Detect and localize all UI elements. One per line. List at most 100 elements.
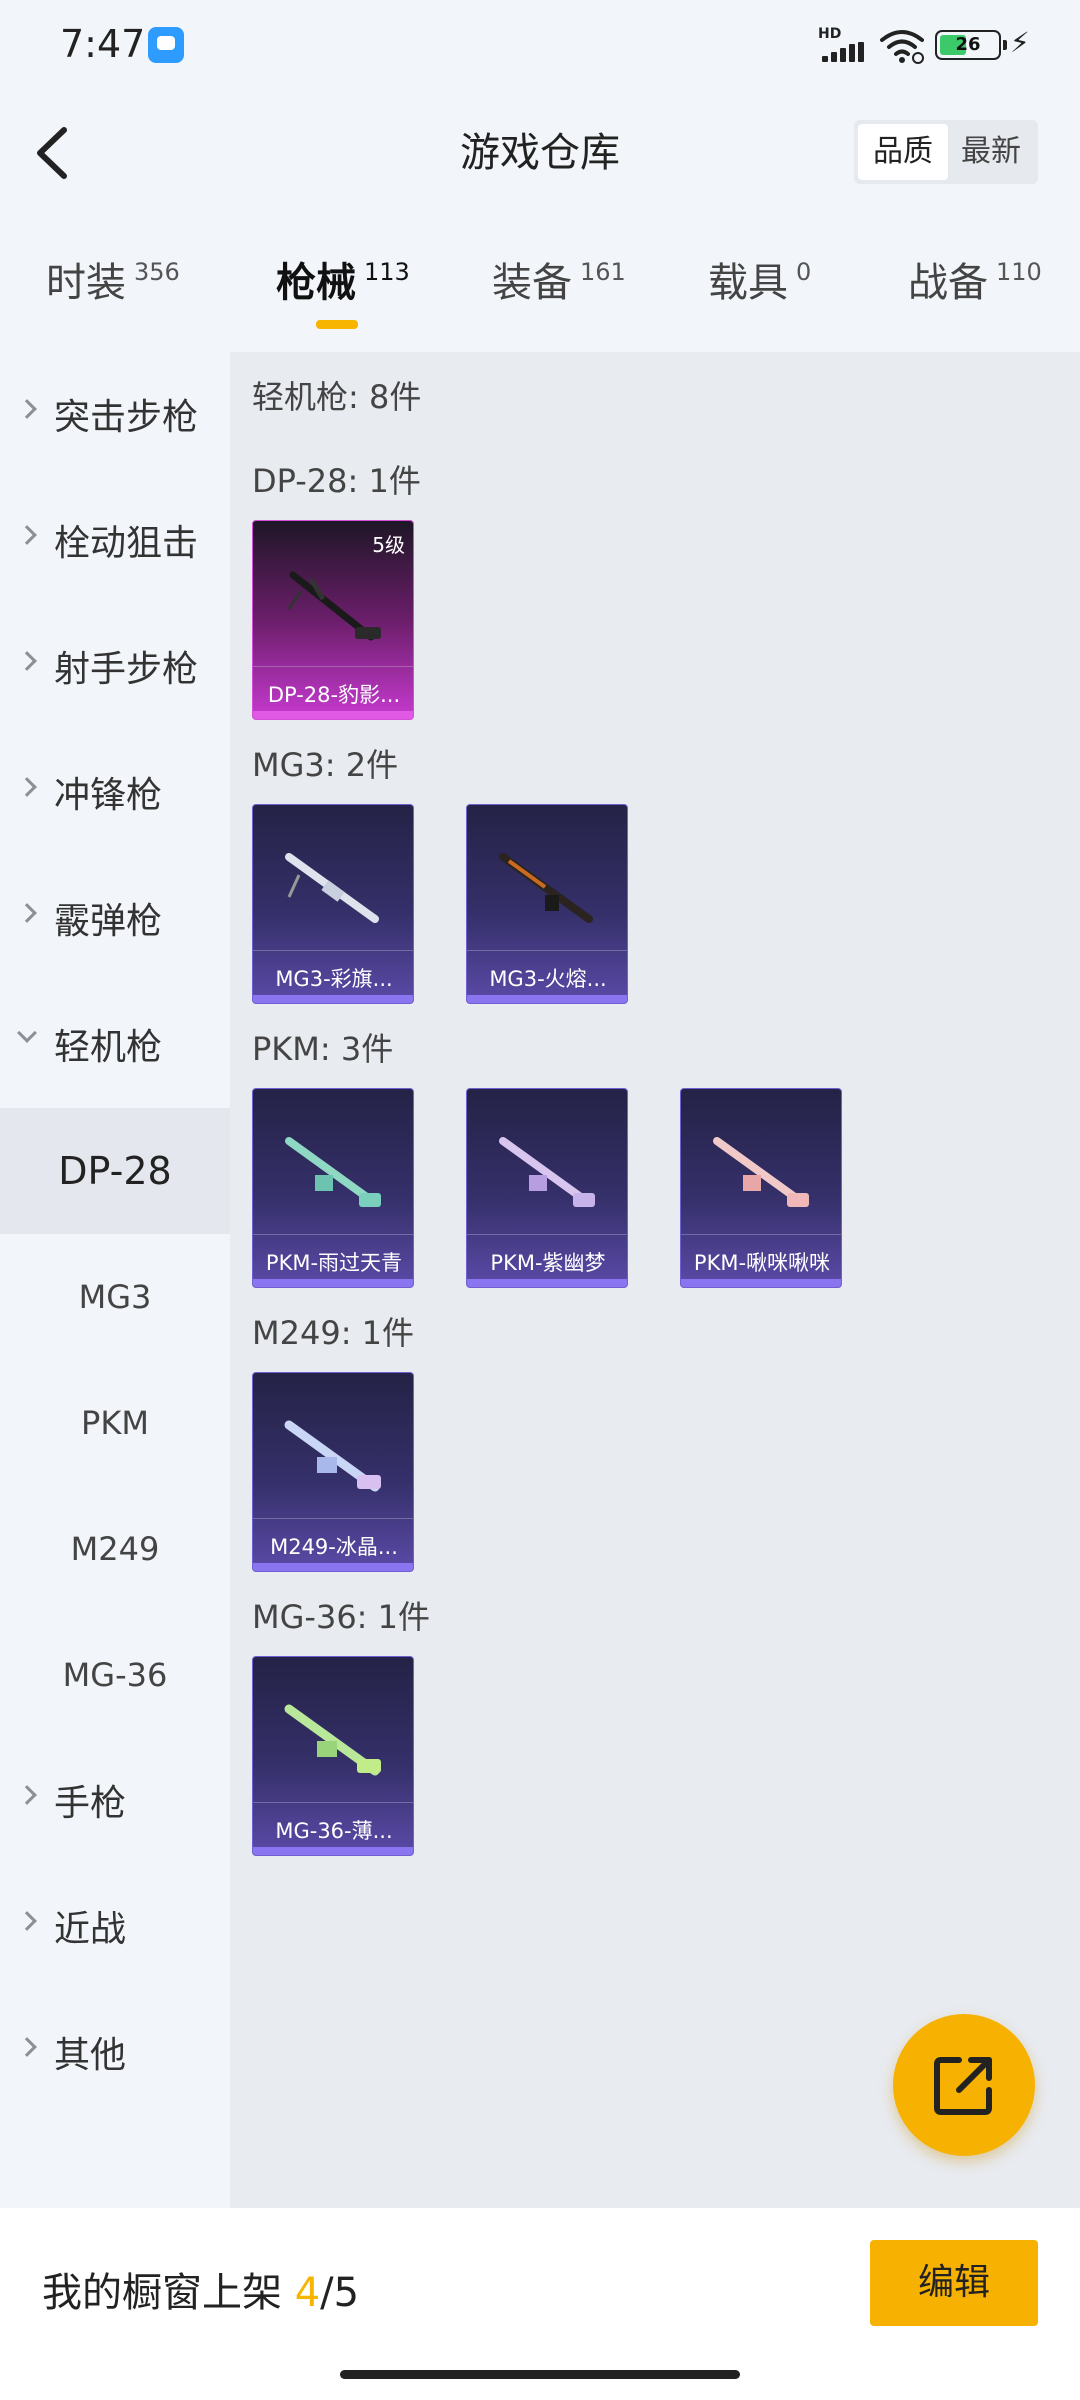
weapon-skin-name: PKM-紫幽梦 — [490, 1251, 606, 1275]
weapon-skin-name: MG-36-薄... — [275, 1819, 393, 1843]
gun-image — [284, 1704, 381, 1776]
tab-supplies[interactable]: 战备 110 — [908, 250, 1042, 308]
sort-toggle: 品质 最新 — [854, 120, 1038, 184]
weapon-skin-name: MG3-彩旗... — [275, 967, 393, 991]
tab-fashion[interactable]: 时装 356 — [46, 250, 180, 308]
weapon-skin-name: DP-28-豹影... — [267, 683, 401, 707]
section-heading: MG-36: 1件 — [252, 1598, 430, 1636]
sidebar-item-pistol[interactable]: 手枪 — [0, 1738, 230, 1864]
chevron-right-icon — [17, 399, 37, 419]
wifi-icon — [880, 30, 924, 64]
gun-image — [285, 1137, 381, 1207]
tab-firearms[interactable]: 枪械 113 — [276, 250, 410, 308]
tab-label: 载具 — [708, 260, 788, 306]
charging-icon: ⚡ — [1010, 26, 1030, 59]
chevron-down-icon — [17, 1023, 37, 1043]
showcase-label: 我的橱窗上架 — [42, 2270, 282, 2316]
sidebar-item-label: 射手步枪 — [54, 649, 199, 690]
gun-image — [713, 1137, 809, 1207]
weapon-skin-card[interactable]: M249-冰晶... — [252, 1372, 414, 1572]
sidebar-item-label: 轻机枪 — [54, 1027, 163, 1068]
signal-icon — [822, 42, 864, 62]
weapon-skin-card[interactable]: MG3-火熔... — [466, 804, 628, 1004]
chevron-right-icon — [17, 2037, 37, 2057]
showcase-count: 我的橱窗上架 4/5 — [42, 2260, 359, 2318]
category-tabs: 时装 356 枪械 113 装备 161 载具 0 战备 110 — [0, 250, 1080, 340]
weapon-skin-name: PKM-雨过天青 — [265, 1251, 403, 1275]
showcase-total: /5 — [320, 2270, 360, 2316]
weapon-skin-card[interactable]: PKM-啾咪啾咪 — [680, 1088, 842, 1288]
tab-count: 0 — [796, 258, 812, 286]
sidebar-item-marksman-rifle[interactable]: 射手步枪 — [0, 604, 230, 730]
sidebar-item-smg[interactable]: 冲锋枪 — [0, 730, 230, 856]
chevron-right-icon — [17, 651, 37, 671]
section-heading: MG3: 2件 — [252, 746, 399, 784]
sidebar-item-label: 冲锋枪 — [54, 775, 163, 816]
showcase-current: 4 — [294, 2270, 321, 2316]
sidebar-item-melee[interactable]: 近战 — [0, 1864, 230, 1990]
section-heading: M249: 1件 — [252, 1314, 415, 1352]
sidebar-item-bolt-sniper[interactable]: 栓动狙击 — [0, 478, 230, 604]
sidebar-subitem-label: M249 — [70, 1530, 160, 1568]
gun-image — [499, 1137, 595, 1207]
sidebar-subitem-mg3[interactable]: MG3 — [0, 1234, 230, 1360]
app-notification-icon — [148, 27, 184, 63]
gun-image — [284, 1420, 381, 1492]
gun-image — [499, 853, 593, 923]
gun-image — [285, 853, 379, 923]
external-link-icon — [934, 2057, 992, 2115]
weapon-skin-card[interactable]: MG-36-薄... — [252, 1656, 414, 1856]
sidebar-item-label: 突击步枪 — [54, 397, 199, 438]
sidebar-item-label: 霰弹枪 — [54, 901, 163, 942]
tab-count: 161 — [580, 258, 626, 286]
tab-label: 战备 — [908, 260, 988, 306]
sidebar-subitem-m249[interactable]: M249 — [0, 1486, 230, 1612]
weapon-skin-name: PKM-啾咪啾咪 — [693, 1251, 831, 1275]
sort-quality-button[interactable]: 品质 — [858, 124, 948, 180]
sidebar-subitem-label: MG-36 — [62, 1656, 168, 1694]
weapon-skin-name: MG3-火熔... — [489, 967, 607, 991]
tab-equipment[interactable]: 装备 161 — [492, 250, 626, 308]
chevron-right-icon — [17, 525, 37, 545]
tab-count: 356 — [134, 258, 180, 286]
sidebar-item-shotgun[interactable]: 霰弹枪 — [0, 856, 230, 982]
tab-vehicles[interactable]: 载具 0 — [708, 250, 811, 308]
sidebar-subitem-mg36[interactable]: MG-36 — [0, 1612, 230, 1738]
battery-level: 26 — [955, 34, 981, 55]
sidebar-item-label: 近战 — [54, 1909, 127, 1950]
gun-image — [287, 571, 381, 641]
chevron-right-icon — [17, 1785, 37, 1805]
status-bar: 7:47 HD 26 ⚡ — [0, 0, 1080, 90]
weapon-list-panel: 轻机枪: 8件 DP-28: 1件 5级 DP-28-豹影... MG3: 2件… — [230, 352, 1080, 2208]
hd-label: HD — [818, 26, 842, 42]
sidebar-item-other[interactable]: 其他 — [0, 1990, 230, 2116]
category-total: 轻机枪: 8件 — [252, 378, 422, 416]
weapon-skin-card[interactable]: MG3-彩旗... — [252, 804, 414, 1004]
weapon-skin-card[interactable]: PKM-雨过天青 — [252, 1088, 414, 1288]
bottom-bar: 我的橱窗上架 4/5 编辑 — [0, 2208, 1080, 2400]
home-indicator[interactable] — [340, 2370, 740, 2379]
section-heading: PKM: 3件 — [252, 1030, 394, 1068]
active-tab-indicator — [316, 320, 358, 329]
battery-icon: 26 — [935, 30, 1007, 60]
tab-count: 110 — [996, 258, 1042, 286]
sidebar-subitem-label: DP-28 — [58, 1149, 172, 1193]
weapon-skin-name: M249-冰晶... — [270, 1535, 398, 1559]
chevron-right-icon — [17, 903, 37, 923]
tab-label: 装备 — [492, 260, 572, 306]
sidebar-item-lmg[interactable]: 轻机枪 — [0, 982, 230, 1108]
sidebar-subitem-label: MG3 — [78, 1278, 152, 1316]
weapon-category-sidebar: 突击步枪 栓动狙击 射手步枪 冲锋枪 霰弹枪 轻机枪 DP-28 MG3 PKM… — [0, 352, 230, 2208]
chevron-right-icon — [17, 1911, 37, 1931]
weapon-skin-card[interactable]: 5级 DP-28-豹影... — [252, 520, 414, 720]
tab-label: 时装 — [46, 260, 126, 306]
weapon-skin-card[interactable]: PKM-紫幽梦 — [466, 1088, 628, 1288]
sort-latest-button[interactable]: 最新 — [946, 124, 1036, 180]
sidebar-item-assault-rifle[interactable]: 突击步枪 — [0, 352, 230, 478]
share-fab-button[interactable] — [893, 2014, 1035, 2156]
tab-count: 113 — [364, 258, 410, 286]
sidebar-subitem-dp28[interactable]: DP-28 — [0, 1108, 230, 1234]
sidebar-item-label: 栓动狙击 — [54, 523, 199, 564]
sidebar-subitem-pkm[interactable]: PKM — [0, 1360, 230, 1486]
edit-button[interactable]: 编辑 — [870, 2240, 1038, 2326]
